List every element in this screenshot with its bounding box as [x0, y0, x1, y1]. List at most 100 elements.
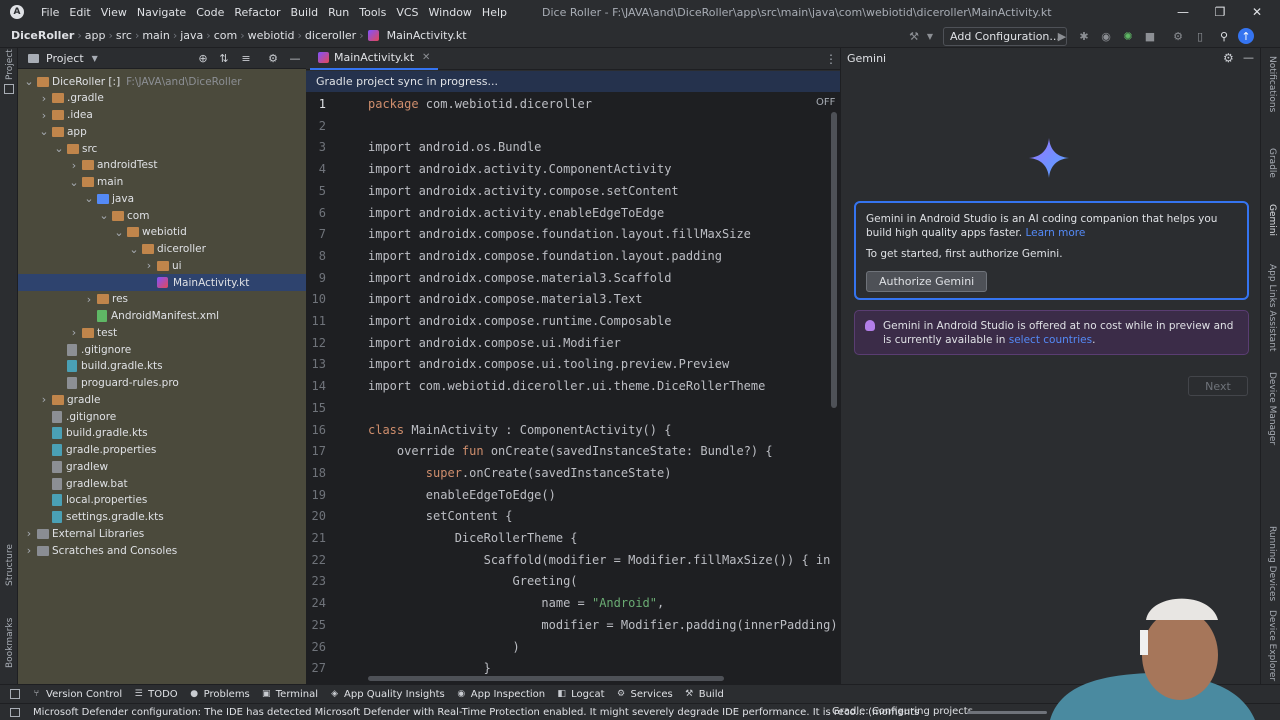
- chevron-down-icon[interactable]: ⌄: [114, 226, 124, 239]
- tree-item[interactable]: ⌄ webiotid: [18, 224, 306, 241]
- chevron-down-icon[interactable]: ⌄: [84, 192, 94, 205]
- search-icon[interactable]: ⚲: [1216, 28, 1232, 44]
- breadcrumb-item[interactable]: DiceRoller: [8, 29, 77, 42]
- tree-item[interactable]: ⌄ app: [18, 123, 306, 140]
- breadcrumb-item[interactable]: main: [139, 29, 172, 42]
- code-line[interactable]: import com.webiotid.diceroller.ui.theme.…: [368, 379, 765, 393]
- code-line[interactable]: class MainActivity : ComponentActivity()…: [368, 423, 671, 437]
- tree-item[interactable]: gradlew: [18, 458, 306, 475]
- chevron-down-icon[interactable]: ⌄: [54, 142, 64, 155]
- close-tab-icon[interactable]: ✕: [422, 52, 430, 63]
- code-line[interactable]: Greeting(: [368, 574, 577, 588]
- chevron-down-icon[interactable]: ▼: [92, 54, 98, 63]
- breadcrumb-item[interactable]: com: [211, 29, 241, 42]
- running-devices-button[interactable]: Running Devices: [1267, 526, 1277, 601]
- tree-item[interactable]: proguard-rules.pro: [18, 375, 306, 392]
- profile-icon[interactable]: ◉: [1098, 28, 1114, 44]
- maximize-icon[interactable]: ❐: [1203, 0, 1237, 24]
- chevron-down-icon[interactable]: ▼: [922, 28, 938, 44]
- breadcrumb-item[interactable]: app: [82, 29, 109, 42]
- tree-item[interactable]: settings.gradle.kts: [18, 509, 306, 526]
- breadcrumb-item[interactable]: java: [177, 29, 206, 42]
- tool-tab-logcat[interactable]: ◧ Logcat: [557, 689, 604, 700]
- chevron-right-icon[interactable]: ›: [39, 109, 49, 122]
- code-line[interactable]: import android.os.Bundle: [368, 140, 541, 154]
- stop-icon[interactable]: ■: [1142, 28, 1158, 44]
- collapse-all-icon[interactable]: ≡: [239, 51, 253, 65]
- menu-view[interactable]: View: [96, 6, 132, 19]
- tool-tab-problems[interactable]: ● Problems: [190, 689, 250, 700]
- chevron-down-icon[interactable]: ⌄: [39, 125, 49, 138]
- tree-item[interactable]: › .idea: [18, 107, 306, 124]
- chevron-right-icon[interactable]: ›: [69, 326, 79, 339]
- chevron-right-icon[interactable]: ›: [39, 92, 49, 105]
- notifications-tool-button[interactable]: Notifications: [1267, 56, 1277, 112]
- tool-tab-app-inspection[interactable]: ◉ App Inspection: [457, 689, 545, 700]
- horizontal-scrollbar[interactable]: [368, 676, 724, 681]
- code-line[interactable]: setContent {: [368, 509, 513, 523]
- app-links-assistant-button[interactable]: App Links Assistant: [1267, 264, 1277, 351]
- tree-item[interactable]: MainActivity.kt: [18, 274, 306, 291]
- tree-item[interactable]: build.gradle.kts: [18, 425, 306, 442]
- tool-tab-build[interactable]: ⚒ Build: [685, 689, 724, 700]
- menu-navigate[interactable]: Navigate: [132, 6, 191, 19]
- chevron-right-icon[interactable]: ›: [69, 159, 79, 172]
- tree-item[interactable]: gradle.properties: [18, 442, 306, 459]
- tree-item[interactable]: ⌄ diceroller: [18, 241, 306, 258]
- code-line[interactable]: import androidx.activity.ComponentActivi…: [368, 162, 671, 176]
- tree-item[interactable]: › test: [18, 324, 306, 341]
- tree-item[interactable]: AndroidManifest.xml: [18, 308, 306, 325]
- apply-changes-icon[interactable]: ✺: [1120, 28, 1136, 44]
- add-configuration-button[interactable]: Add Configuration...: [943, 27, 1067, 46]
- tool-tab-app-quality-insights[interactable]: ◈ App Quality Insights: [330, 689, 445, 700]
- status-message[interactable]: Microsoft Defender configuration: The ID…: [33, 707, 919, 718]
- breadcrumb-item[interactable]: MainActivity.kt: [384, 29, 470, 42]
- menu-help[interactable]: Help: [477, 6, 512, 19]
- tree-item[interactable]: .gitignore: [18, 341, 306, 358]
- tree-item[interactable]: › androidTest: [18, 157, 306, 174]
- hammer-icon[interactable]: ⚒: [906, 28, 922, 44]
- tree-item[interactable]: .gitignore: [18, 408, 306, 425]
- code-line[interactable]: DiceRollerTheme {: [368, 531, 578, 545]
- run-icon[interactable]: ▶: [1054, 28, 1070, 44]
- code-line[interactable]: import androidx.compose.ui.tooling.previ…: [368, 357, 729, 371]
- code-line[interactable]: package com.webiotid.diceroller: [368, 97, 592, 111]
- tree-item[interactable]: ⌄ main: [18, 174, 306, 191]
- chevron-down-icon[interactable]: ⌄: [69, 176, 79, 189]
- code-line[interactable]: name = "Android",: [368, 596, 664, 610]
- event-log-icon[interactable]: [10, 708, 20, 717]
- update-icon[interactable]: ↑: [1238, 28, 1254, 44]
- code-line[interactable]: import androidx.activity.enableEdgeToEdg…: [368, 206, 664, 220]
- menu-edit[interactable]: Edit: [64, 6, 95, 19]
- tree-item[interactable]: › res: [18, 291, 306, 308]
- menu-run[interactable]: Run: [323, 6, 354, 19]
- tree-item[interactable]: build.gradle.kts: [18, 358, 306, 375]
- chevron-right-icon[interactable]: ›: [84, 293, 94, 306]
- gradle-status[interactable]: Gradle: Configuring projects...: [832, 706, 982, 717]
- menu-refactor[interactable]: Refactor: [229, 6, 285, 19]
- gemini-tool-button[interactable]: Gemini: [1267, 204, 1277, 236]
- structure-tool-button[interactable]: Structure: [5, 544, 15, 586]
- code-line[interactable]: super.onCreate(savedInstanceState): [368, 466, 672, 480]
- tab-mainactivity[interactable]: MainActivity.kt ✕: [310, 48, 439, 70]
- tool-tab-todo[interactable]: ☰ TODO: [134, 689, 178, 700]
- device-icon[interactable]: ▯: [1192, 28, 1208, 44]
- tree-item[interactable]: › .gradle: [18, 90, 306, 107]
- tree-item[interactable]: › gradle: [18, 391, 306, 408]
- minimize-icon[interactable]: —: [1166, 0, 1200, 24]
- tool-tab-terminal[interactable]: ▣ Terminal: [262, 689, 318, 700]
- close-icon[interactable]: ✕: [1240, 0, 1274, 24]
- menu-build[interactable]: Build: [286, 6, 324, 19]
- select-countries-link[interactable]: select countries: [1009, 334, 1092, 346]
- expand-all-icon[interactable]: ⇅: [217, 51, 231, 65]
- code-line[interactable]: }: [368, 661, 491, 675]
- vertical-scrollbar[interactable]: [831, 112, 837, 408]
- menu-file[interactable]: File: [36, 6, 64, 19]
- locate-icon[interactable]: ⊕: [196, 51, 210, 65]
- next-button[interactable]: Next: [1188, 376, 1248, 396]
- debug-icon[interactable]: ✱: [1076, 28, 1092, 44]
- breadcrumb-item[interactable]: webiotid: [245, 29, 298, 42]
- chevron-down-icon[interactable]: ⌄: [24, 75, 34, 88]
- breadcrumb-item[interactable]: diceroller: [302, 29, 359, 42]
- learn-more-link[interactable]: Learn more: [1025, 227, 1085, 239]
